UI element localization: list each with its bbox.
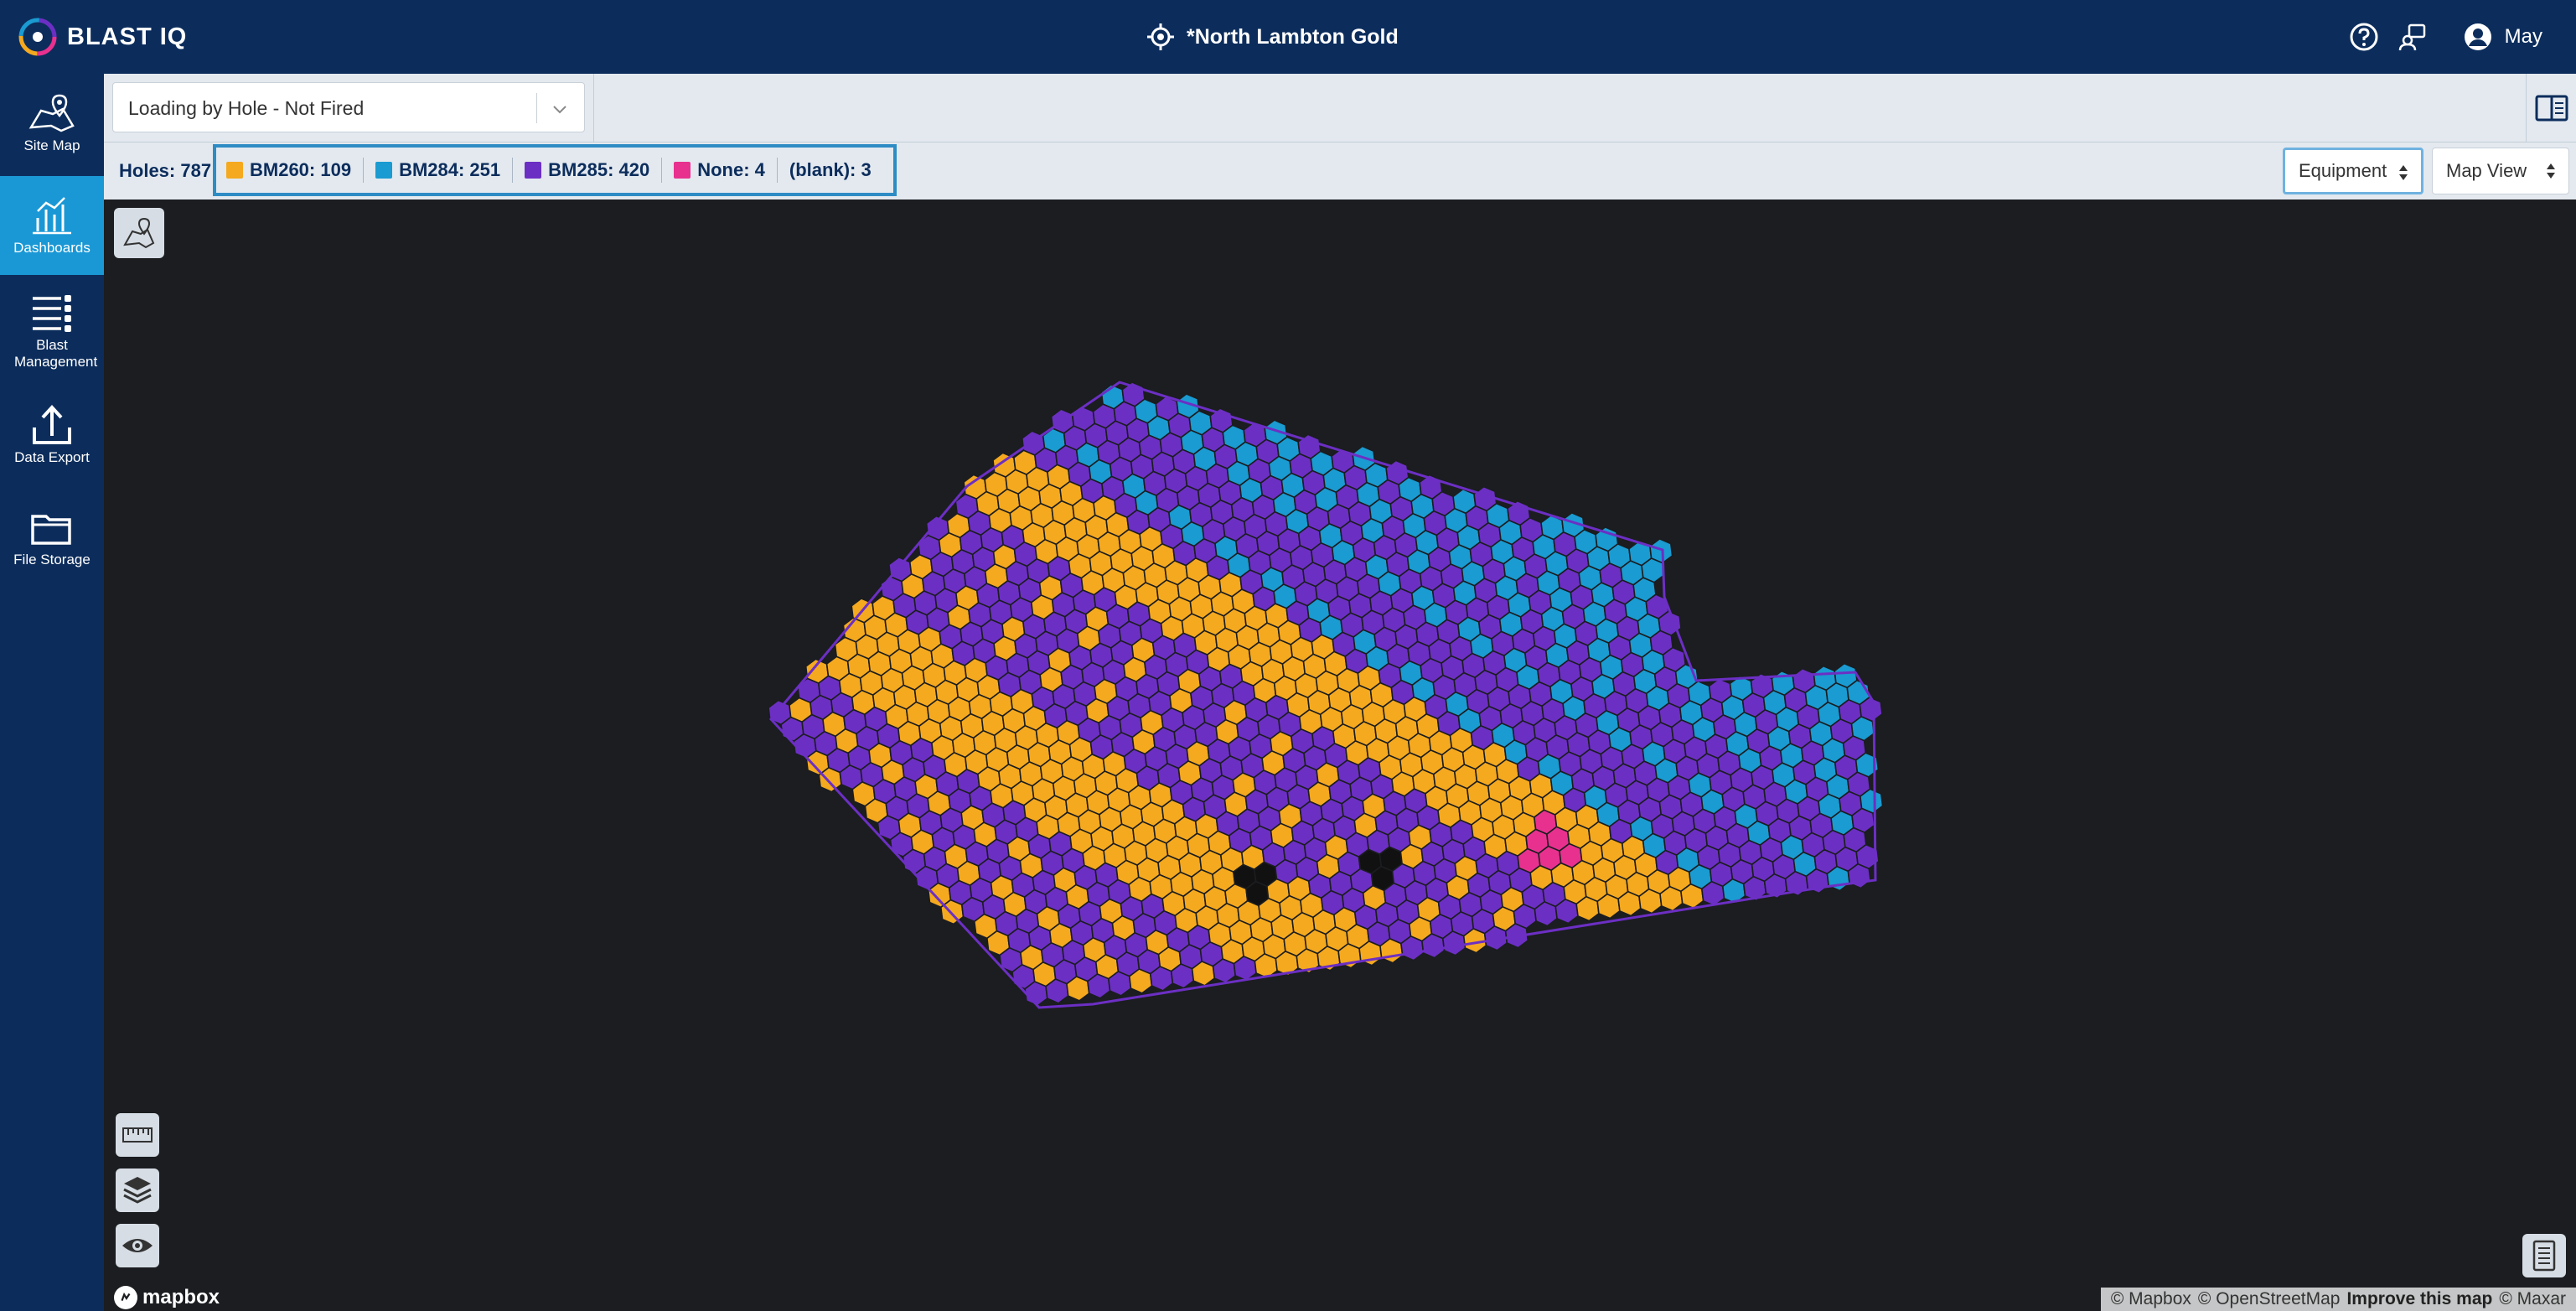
mapbox-logo-text: mapbox bbox=[142, 1286, 220, 1308]
map-attribution: © Mapbox © OpenStreetMap Improve this ma… bbox=[2100, 1288, 2576, 1311]
sidebar-item-label: Blast Management bbox=[14, 337, 98, 370]
equipment-legend: BM260: 109 BM284: 251 BM285: 420 None: 4… bbox=[213, 144, 897, 196]
sidebar-item-label: Dashboards bbox=[13, 240, 91, 256]
blast-management-icon bbox=[33, 295, 71, 332]
view-mode-value: Map View bbox=[2446, 160, 2527, 181]
chevron-down-icon bbox=[553, 106, 566, 114]
attribution-improve-link[interactable]: Improve this map bbox=[2346, 1289, 2492, 1309]
toolbar-divider bbox=[593, 74, 594, 142]
legend-swatch bbox=[375, 162, 393, 179]
eye-icon bbox=[122, 1239, 153, 1252]
layers-button[interactable] bbox=[116, 1168, 159, 1212]
view-mode-select[interactable]: Map View bbox=[2432, 148, 2569, 194]
sort-arrows-icon bbox=[2547, 163, 2555, 179]
layers-icon bbox=[123, 1177, 152, 1204]
sidebar-item-label: Data Export bbox=[14, 449, 90, 465]
blastiq-logo-icon bbox=[18, 18, 57, 56]
dropdown-value: Loading by Hole - Not Fired bbox=[128, 97, 365, 119]
legend-item-bm284[interactable]: BM284: 251 bbox=[363, 158, 512, 183]
map-pin-icon bbox=[28, 94, 75, 132]
legend-label: BM285: 420 bbox=[548, 159, 650, 180]
app-logo[interactable]: BLAST IQ bbox=[17, 15, 187, 59]
legend-item-none[interactable]: None: 4 bbox=[661, 158, 777, 183]
site-name: *North Lambton Gold bbox=[1187, 24, 1399, 49]
user-avatar-icon bbox=[2464, 23, 2491, 50]
attribution-maxar[interactable]: © Maxar bbox=[2499, 1289, 2566, 1309]
site-selector[interactable]: *North Lambton Gold bbox=[1146, 18, 1399, 55]
legend-label: BM284: 251 bbox=[399, 159, 501, 180]
ruler-icon bbox=[122, 1127, 153, 1143]
map-pin-icon bbox=[123, 217, 155, 249]
panel-toggle-button[interactable] bbox=[2526, 74, 2576, 142]
sidebar-item-data-export[interactable]: Data Export bbox=[0, 386, 104, 484]
holes-value: 787 bbox=[180, 160, 212, 181]
blast-holes-map[interactable] bbox=[104, 200, 2576, 1311]
group-by-value: Equipment bbox=[2299, 160, 2387, 181]
legend-swatch bbox=[226, 162, 243, 179]
legend-item-blank[interactable]: (blank): 3 bbox=[776, 158, 883, 183]
dashboard-toolbar: Loading by Hole - Not Fired bbox=[104, 74, 2576, 142]
mapbox-logo[interactable]: mapbox bbox=[114, 1286, 220, 1309]
site-map-button[interactable] bbox=[114, 208, 164, 258]
group-by-select[interactable]: Equipment bbox=[2283, 148, 2423, 194]
legend-swatch bbox=[525, 162, 542, 179]
sidebar: Site Map Dashboards Blast Management Dat… bbox=[0, 74, 104, 1311]
upload-icon bbox=[33, 405, 71, 444]
sidebar-item-label: Site Map bbox=[23, 137, 80, 153]
sidebar-item-dashboards[interactable]: Dashboards bbox=[0, 176, 104, 275]
sidebar-item-file-storage[interactable]: File Storage bbox=[0, 488, 104, 587]
map-canvas[interactable]: mapbox © Mapbox © OpenStreetMap Improve … bbox=[104, 200, 2576, 1311]
holes-count: Holes: 787 bbox=[119, 160, 211, 182]
legend-label: None: 4 bbox=[697, 159, 765, 180]
dashboard-chart-icon bbox=[33, 197, 71, 235]
report-button[interactable] bbox=[2522, 1234, 2566, 1277]
mapbox-logo-icon bbox=[114, 1286, 137, 1309]
help-icon[interactable] bbox=[2349, 22, 2379, 52]
legend-label: BM260: 109 bbox=[250, 159, 352, 180]
sidebar-item-site-map[interactable]: Site Map bbox=[0, 74, 104, 173]
book-panel-icon bbox=[2535, 95, 2568, 122]
dashboard-view-dropdown[interactable]: Loading by Hole - Not Fired bbox=[112, 82, 585, 132]
top-bar: BLAST IQ *North Lambton Gold May bbox=[0, 0, 2576, 74]
legend-label: (blank): 3 bbox=[789, 159, 872, 180]
location-target-icon bbox=[1147, 23, 1174, 50]
attribution-osm[interactable]: © OpenStreetMap bbox=[2198, 1289, 2341, 1309]
app-name: BLAST IQ bbox=[67, 23, 188, 50]
user-name: May bbox=[2504, 25, 2542, 48]
sort-arrows-icon bbox=[2399, 165, 2408, 180]
attribution-mapbox[interactable]: © Mapbox bbox=[2111, 1289, 2191, 1309]
user-menu[interactable]: May bbox=[2463, 22, 2542, 52]
visibility-button[interactable] bbox=[116, 1224, 159, 1267]
legend-item-bm285[interactable]: BM285: 420 bbox=[512, 158, 661, 183]
measure-button[interactable] bbox=[116, 1113, 159, 1157]
support-chat-icon[interactable] bbox=[2398, 22, 2428, 52]
sidebar-item-blast-management[interactable]: Blast Management bbox=[0, 278, 104, 384]
folder-icon bbox=[31, 515, 71, 545]
dropdown-separator bbox=[536, 93, 537, 123]
holes-label: Holes: bbox=[119, 160, 176, 181]
document-list-icon bbox=[2532, 1240, 2556, 1272]
legend-swatch bbox=[674, 162, 691, 179]
sidebar-item-label: File Storage bbox=[13, 552, 91, 567]
legend-item-bm260[interactable]: BM260: 109 bbox=[226, 158, 363, 183]
legend-bar: Holes: 787 BM260: 109 BM284: 251 BM285: … bbox=[104, 142, 2576, 200]
